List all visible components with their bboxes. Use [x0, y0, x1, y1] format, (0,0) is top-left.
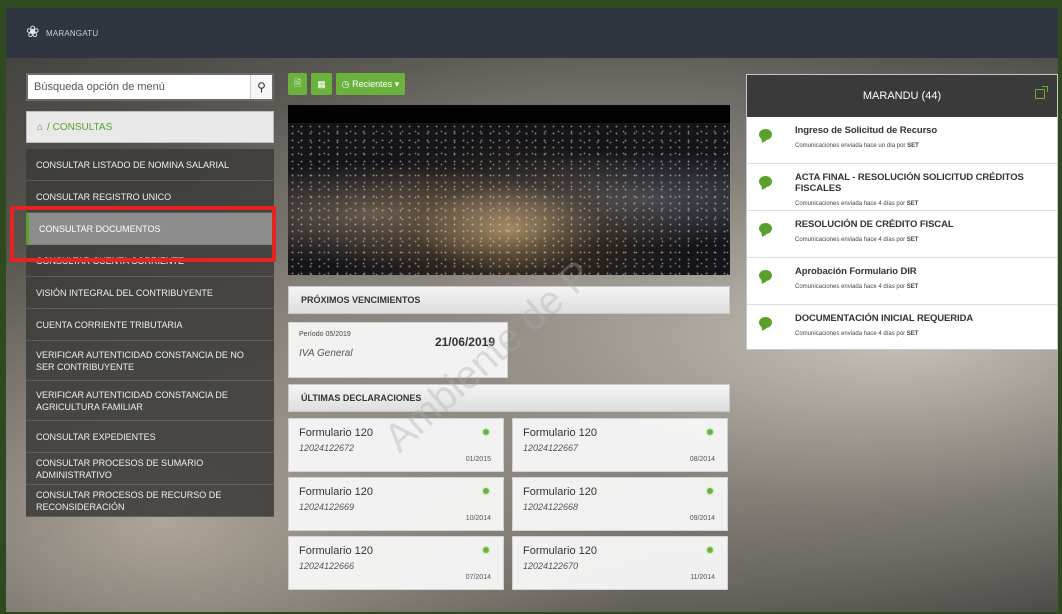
chat-bubble-icon	[759, 270, 772, 281]
declaracion-number: 12024122669	[299, 502, 355, 512]
declaracion-number: 12024122667	[523, 443, 579, 453]
notification-meta: Comunicaciones enviada hace 4 días por S…	[795, 237, 919, 243]
brand-name[interactable]: MARANGATU	[46, 29, 98, 38]
vencimiento-card[interactable]: Período 05/2019 21/06/2019 IVA General	[288, 322, 508, 378]
declaracion-form: Formulario 120	[523, 545, 597, 557]
breadcrumb-label[interactable]: / CONSULTAS	[47, 122, 112, 133]
chat-bubble-icon	[759, 176, 772, 187]
declaracion-number: 12024122666	[299, 561, 355, 571]
home-icon[interactable]: ⌂	[37, 122, 43, 133]
notification-item[interactable]: ACTA FINAL - RESOLUCIÓN SOLICITUD CRÉDIT…	[747, 164, 1057, 211]
declaracion-periodo: 01/2015	[465, 456, 491, 463]
calculator-button[interactable]: ▦	[311, 73, 332, 95]
declaracion-form: Formulario 120	[523, 427, 597, 439]
new-document-button[interactable]: 🗎	[288, 73, 308, 95]
declaracion-periodo: 08/2014	[689, 456, 715, 463]
menu-search: ⚲	[26, 73, 274, 101]
sidebar-item-constancia-no-contribuyente[interactable]: VERIFICAR AUTENTICIDAD CONSTANCIA DE NO …	[26, 341, 274, 381]
menu-search-input[interactable]	[28, 75, 250, 99]
notification-item[interactable]: Ingreso de Solicitud de Recurso Comunica…	[747, 117, 1057, 164]
eye-icon[interactable]	[483, 547, 489, 553]
declaracion-periodo: 09/2014	[689, 515, 715, 522]
eye-icon[interactable]	[707, 429, 713, 435]
declaracion-periodo: 10/2014	[465, 515, 491, 522]
chat-bubble-icon	[759, 129, 772, 140]
sidebar-menu: CONSULTAR LISTADO DE NOMINA SALARIAL CON…	[26, 149, 274, 517]
declaracion-card[interactable]: Formulario 120 12024122666 07/2014	[288, 536, 504, 590]
declaracion-form: Formulario 120	[299, 545, 373, 557]
sidebar-item-recurso-reconsideracion[interactable]: CONSULTAR PROCESOS DE RECURSO DE RECONSI…	[26, 485, 274, 517]
declaracion-card[interactable]: Formulario 120 12024122667 08/2014	[512, 418, 728, 472]
search-icon[interactable]: ⚲	[250, 75, 272, 99]
recientes-label: Recientes	[352, 79, 393, 89]
chat-bubble-icon	[759, 317, 772, 328]
notification-title: ACTA FINAL - RESOLUCIÓN SOLICITUD CRÉDIT…	[795, 172, 1024, 194]
declaracion-periodo: 11/2014	[690, 574, 715, 581]
notification-title: Aprobación Formulario DIR	[795, 266, 917, 277]
highlight-box	[10, 206, 276, 262]
city-night-banner	[288, 105, 730, 275]
eye-icon[interactable]	[483, 429, 489, 435]
marandu-panel: MARANDU (44) Ingreso de Solicitud de Rec…	[746, 74, 1058, 350]
notification-meta: Comunicaciones enviada hace un día por S…	[795, 143, 919, 149]
eye-icon[interactable]	[707, 488, 713, 494]
vencimiento-fecha: 21/06/2019	[434, 335, 495, 349]
eye-icon[interactable]	[707, 547, 713, 553]
declaraciones-header: ÚLTIMAS DECLARACIONES	[288, 384, 730, 412]
caret-down-icon: ▾	[392, 78, 400, 89]
notification-title: RESOLUCIÓN DE CRÉDITO FISCAL	[795, 219, 954, 230]
sidebar-item-expedientes[interactable]: CONSULTAR EXPEDIENTES	[26, 421, 274, 453]
notification-item[interactable]: DOCUMENTACIÓN INICIAL REQUERIDA Comunica…	[747, 305, 1057, 352]
sidebar-item-constancia-agricultura[interactable]: VERIFICAR AUTENTICIDAD CONSTANCIA DE AGR…	[26, 381, 274, 421]
notification-meta: Comunicaciones enviada hace 4 días por S…	[795, 331, 919, 337]
sidebar-item-cuenta-tributaria[interactable]: CUENTA CORRIENTE TRIBUTARIA	[26, 309, 274, 341]
marandu-header: MARANDU (44)	[747, 75, 1057, 117]
declaracion-card[interactable]: Formulario 120 12024122669 10/2014	[288, 477, 504, 531]
declaracion-form: Formulario 120	[299, 427, 373, 439]
notification-title: Ingreso de Solicitud de Recurso	[795, 125, 938, 136]
sidebar-item-listado-nomina[interactable]: CONSULTAR LISTADO DE NOMINA SALARIAL	[26, 149, 274, 181]
clock-icon: ◷	[341, 78, 353, 89]
notification-meta: Comunicaciones enviada hace 4 días por S…	[795, 284, 919, 290]
declaracion-form: Formulario 120	[299, 486, 373, 498]
declaracion-form: Formulario 120	[523, 486, 597, 498]
notification-meta: Comunicaciones enviada hace 4 días por S…	[795, 201, 919, 207]
flower-logo-icon[interactable]: ❀	[26, 24, 44, 42]
eye-icon[interactable]	[483, 488, 489, 494]
declaracion-number: 12024122670	[523, 561, 579, 571]
notification-title: DOCUMENTACIÓN INICIAL REQUERIDA	[795, 313, 974, 324]
declaracion-number: 12024122668	[523, 502, 579, 512]
app-window: ❀ MARANGATU ⚲ ⌂ / CONSULTAS CONSULTAR LI…	[6, 8, 1058, 612]
quick-toolbar: 🗎 ▦ ◷ Recientes ▾	[288, 73, 406, 95]
notification-item[interactable]: RESOLUCIÓN DE CRÉDITO FISCAL Comunicacio…	[747, 211, 1057, 258]
external-link-icon[interactable]	[1035, 86, 1048, 99]
marandu-title: MARANDU (44)	[862, 90, 942, 102]
vencimientos-header: PRÓXIMOS VENCIMIENTOS	[288, 286, 730, 314]
sidebar: ⚲ ⌂ / CONSULTAS CONSULTAR LISTADO DE NOM…	[26, 73, 274, 517]
sidebar-item-vision-integral[interactable]: VISIÓN INTEGRAL DEL CONTRIBUYENTE	[26, 277, 274, 309]
vencimiento-impuesto: IVA General	[299, 348, 353, 359]
chat-bubble-icon	[759, 223, 772, 234]
declaracion-card[interactable]: Formulario 120 12024122670 11/2014	[512, 536, 728, 590]
breadcrumb: ⌂ / CONSULTAS	[26, 111, 274, 143]
sidebar-item-sumario-administrativo[interactable]: CONSULTAR PROCESOS DE SUMARIO ADMINISTRA…	[26, 453, 274, 485]
declaracion-card[interactable]: Formulario 120 12024122668 09/2014	[512, 477, 728, 531]
declaracion-card[interactable]: Formulario 120 12024122672 01/2015	[288, 418, 504, 472]
declaracion-periodo: 07/2014	[465, 574, 491, 581]
notification-item[interactable]: Aprobación Formulario DIR Comunicaciones…	[747, 258, 1057, 305]
top-navbar: ❀ MARANGATU	[6, 8, 1058, 58]
recientes-dropdown[interactable]: ◷ Recientes ▾	[335, 73, 406, 95]
declaracion-number: 12024122672	[299, 443, 355, 453]
